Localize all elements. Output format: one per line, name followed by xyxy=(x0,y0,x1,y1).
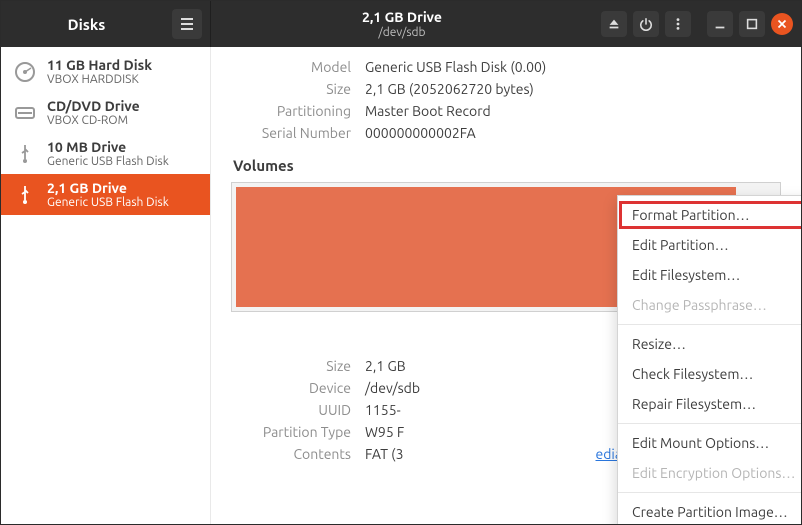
power-icon xyxy=(639,17,653,31)
menu-separator xyxy=(618,324,802,325)
eject-button[interactable] xyxy=(601,11,627,37)
titlebar-left: Disks xyxy=(1,1,211,47)
hamburger-menu-button[interactable] xyxy=(172,9,202,39)
size-label: Size xyxy=(231,81,351,97)
menu-edit-partition[interactable]: Edit Partition… xyxy=(618,230,802,260)
eject-icon xyxy=(607,17,621,31)
serial-label: Serial Number xyxy=(231,125,351,141)
partitioning-value: Master Boot Record xyxy=(365,103,781,119)
titlebar: Disks 2,1 GB Drive /dev/sdb xyxy=(1,1,801,47)
menu-create-partition-image[interactable]: Create Partition Image… xyxy=(618,497,802,525)
disks-window: Disks 2,1 GB Drive /dev/sdb xyxy=(0,0,802,525)
drive-properties: Model Generic USB Flash Disk (0.00) Size… xyxy=(231,59,781,141)
menu-separator xyxy=(618,423,802,424)
menu-edit-mount-options[interactable]: Edit Mount Options… xyxy=(618,428,802,458)
vol-ptype-label: Partition Type xyxy=(231,424,351,440)
volumes-heading: Volumes xyxy=(233,157,781,174)
partitioning-label: Partitioning xyxy=(231,103,351,119)
vol-uuid-label: UUID xyxy=(231,402,351,418)
sidebar-item-usb-small[interactable]: 10 MB Drive Generic USB Flash Disk xyxy=(1,133,210,174)
hdd-icon xyxy=(13,60,37,84)
sidebar-drive-list: 11 GB Hard Disk VBOX HARDDISK CD/DVD Dri… xyxy=(1,47,211,524)
hamburger-icon xyxy=(179,16,195,32)
drive-subtitle: VBOX HARDDISK xyxy=(47,73,152,86)
content-pane: Model Generic USB Flash Disk (0.00) Size… xyxy=(211,47,801,524)
usb-icon xyxy=(13,142,37,166)
drive-subtitle: Generic USB Flash Disk xyxy=(47,155,169,168)
titlebar-drive-title: 2,1 GB Drive xyxy=(362,9,442,25)
titlebar-right xyxy=(593,1,801,47)
menu-change-passphrase: Change Passphrase… xyxy=(618,290,802,320)
kebab-icon xyxy=(671,17,685,31)
drive-title: CD/DVD Drive xyxy=(47,98,140,114)
close-icon xyxy=(775,17,789,31)
drive-title: 2,1 GB Drive xyxy=(47,180,169,196)
vol-device-label: Device xyxy=(231,380,351,396)
kebab-button[interactable] xyxy=(665,11,691,37)
optical-icon xyxy=(13,101,37,125)
vol-contents-label: Contents xyxy=(231,446,351,462)
close-button[interactable] xyxy=(771,13,793,35)
body: 11 GB Hard Disk VBOX HARDDISK CD/DVD Dri… xyxy=(1,47,801,524)
sidebar-item-hdd[interactable]: 11 GB Hard Disk VBOX HARDDISK xyxy=(1,51,210,92)
minimize-icon xyxy=(713,17,727,31)
maximize-icon xyxy=(745,17,759,31)
separator xyxy=(697,11,701,37)
menu-format-partition[interactable]: Format Partition… xyxy=(618,200,802,230)
model-value: Generic USB Flash Disk (0.00) xyxy=(365,59,781,75)
menu-edit-encryption-options: Edit Encryption Options… xyxy=(618,458,802,488)
usb-icon xyxy=(13,183,37,207)
drive-subtitle: Generic USB Flash Disk xyxy=(47,196,169,209)
sidebar-item-optical[interactable]: CD/DVD Drive VBOX CD-ROM xyxy=(1,92,210,133)
menu-edit-filesystem[interactable]: Edit Filesystem… xyxy=(618,260,802,290)
menu-separator xyxy=(618,492,802,493)
drive-subtitle: VBOX CD-ROM xyxy=(47,114,140,127)
serial-value: 000000000002FA xyxy=(365,125,781,141)
contents-prefix: FAT (3 xyxy=(365,446,404,462)
menu-repair-filesystem[interactable]: Repair Filesystem… xyxy=(618,389,802,419)
volume-options-menu: Format Partition… Edit Partition… Edit F… xyxy=(617,195,802,525)
menu-check-filesystem[interactable]: Check Filesystem… xyxy=(618,359,802,389)
sidebar-item-usb-selected[interactable]: 2,1 GB Drive Generic USB Flash Disk xyxy=(1,174,210,215)
size-value: 2,1 GB (2052062720 bytes) xyxy=(365,81,781,97)
titlebar-center: 2,1 GB Drive /dev/sdb xyxy=(211,1,593,47)
model-label: Model xyxy=(231,59,351,75)
titlebar-drive-subtitle: /dev/sdb xyxy=(378,26,425,39)
drive-title: 10 MB Drive xyxy=(47,139,169,155)
app-title: Disks xyxy=(68,16,106,33)
power-button[interactable] xyxy=(633,11,659,37)
maximize-button[interactable] xyxy=(739,11,765,37)
minimize-button[interactable] xyxy=(707,11,733,37)
drive-title: 11 GB Hard Disk xyxy=(47,57,152,73)
vol-size-label: Size xyxy=(231,358,351,374)
menu-resize[interactable]: Resize… xyxy=(618,329,802,359)
